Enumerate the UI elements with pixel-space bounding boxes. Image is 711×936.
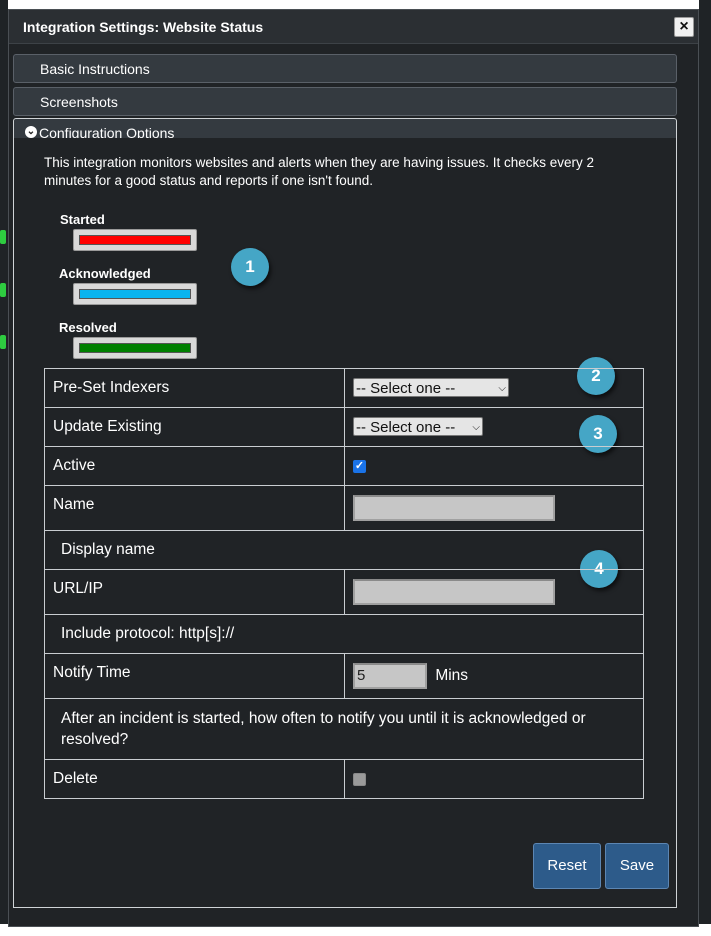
row-name: Name — [44, 485, 644, 531]
active-label: Active — [44, 446, 345, 486]
name-input[interactable] — [353, 495, 555, 521]
preset-indexers-cell: -- Select one -- ⌵ — [344, 368, 644, 408]
legend-started-label: Started — [60, 212, 105, 227]
background-status-marker — [0, 230, 6, 244]
url-label-text: URL/IP — [53, 580, 103, 597]
url-help: Include protocol: http[s]:// — [44, 614, 644, 654]
reset-button[interactable]: Reset — [533, 843, 601, 889]
modal-title: Integration Settings: Website Status — [23, 19, 264, 35]
notify-help: After an incident is started, how often … — [44, 698, 644, 760]
preset-indexers-label-text: Pre-Set Indexers — [53, 379, 170, 396]
update-existing-label-text: Update Existing — [53, 418, 162, 435]
notify-time-cell: 5 Mins — [344, 653, 644, 699]
row-preset-indexers: Pre-Set Indexers -- Select one -- ⌵ — [44, 368, 644, 408]
row-delete: Delete — [44, 759, 644, 799]
update-existing-label: Update Existing — [44, 407, 345, 447]
notify-time-label-text: Notify Time — [53, 664, 131, 681]
chevron-down-icon: ⌵ — [472, 422, 480, 433]
preset-indexers-select[interactable]: -- Select one -- ⌵ — [353, 378, 509, 397]
delete-label: Delete — [44, 759, 345, 799]
swatch-fill — [79, 289, 191, 299]
background-page-right — [699, 0, 711, 924]
delete-cell — [344, 759, 644, 799]
notify-time-label: Notify Time — [44, 653, 345, 699]
legend-resolved-swatch — [73, 337, 197, 359]
active-checkbox[interactable]: ✓ — [353, 460, 366, 474]
url-help-text: Include protocol: http[s]:// — [61, 625, 235, 642]
row-active: Active ✓ — [44, 446, 644, 486]
row-url-help: Include protocol: http[s]:// — [44, 614, 644, 654]
legend-started-swatch — [73, 229, 197, 251]
notify-time-input[interactable]: 5 — [353, 663, 427, 689]
swatch-fill — [79, 235, 191, 245]
notify-time-unit: Mins — [435, 667, 469, 684]
save-button[interactable]: Save — [605, 843, 669, 889]
chevron-down-icon: ⌵ — [498, 383, 506, 394]
row-url: URL/IP — [44, 569, 644, 615]
legend-acknowledged-swatch — [73, 283, 197, 305]
row-notify-help: After an incident is started, how often … — [44, 698, 644, 760]
close-button[interactable]: × — [674, 17, 694, 37]
delete-label-text: Delete — [53, 770, 98, 787]
background-status-marker — [0, 283, 6, 297]
name-label-text: Name — [53, 496, 95, 513]
update-existing-selected: -- Select one -- — [356, 419, 456, 436]
legend-acknowledged-label: Acknowledged — [59, 266, 151, 281]
preset-indexers-label: Pre-Set Indexers — [44, 368, 345, 408]
accordion-screenshots[interactable]: Screenshots — [13, 87, 677, 116]
intro-text: This integration monitors websites and a… — [44, 155, 595, 188]
background-page-left — [0, 0, 8, 924]
notify-help-text: After an incident is started, how often … — [61, 710, 586, 748]
delete-checkbox[interactable] — [353, 773, 366, 787]
chevron-down-circle-icon: ⌄ — [25, 126, 37, 138]
active-label-text: Active — [53, 457, 96, 474]
row-name-help: Display name — [44, 530, 644, 570]
accordion-basic-instructions[interactable]: Basic Instructions — [13, 54, 677, 83]
update-existing-cell: -- Select one -- ⌵ — [344, 407, 644, 447]
modal-header: Integration Settings: Website Status × — [9, 10, 698, 44]
name-help-text: Display name — [61, 541, 155, 558]
url-input[interactable] — [353, 579, 555, 605]
annotation-badge: 1 — [231, 248, 269, 286]
name-help: Display name — [44, 530, 644, 570]
accordion-label: Screenshots — [40, 94, 118, 110]
accordion-label: Basic Instructions — [40, 61, 150, 77]
url-label: URL/IP — [44, 569, 345, 615]
active-cell: ✓ — [344, 446, 644, 486]
swatch-fill — [79, 343, 191, 353]
update-existing-select[interactable]: -- Select one -- ⌵ — [353, 417, 483, 436]
row-update-existing: Update Existing -- Select one -- ⌵ — [44, 407, 644, 447]
background-status-marker — [0, 335, 6, 349]
name-cell — [344, 485, 644, 531]
row-notify-time: Notify Time 5 Mins — [44, 653, 644, 699]
name-label: Name — [44, 485, 345, 531]
configuration-form-table: Pre-Set Indexers -- Select one -- ⌵ Updat… — [44, 368, 644, 799]
legend-resolved-label: Resolved — [59, 320, 117, 335]
preset-indexers-selected: -- Select one -- — [356, 380, 456, 397]
url-cell — [344, 569, 644, 615]
